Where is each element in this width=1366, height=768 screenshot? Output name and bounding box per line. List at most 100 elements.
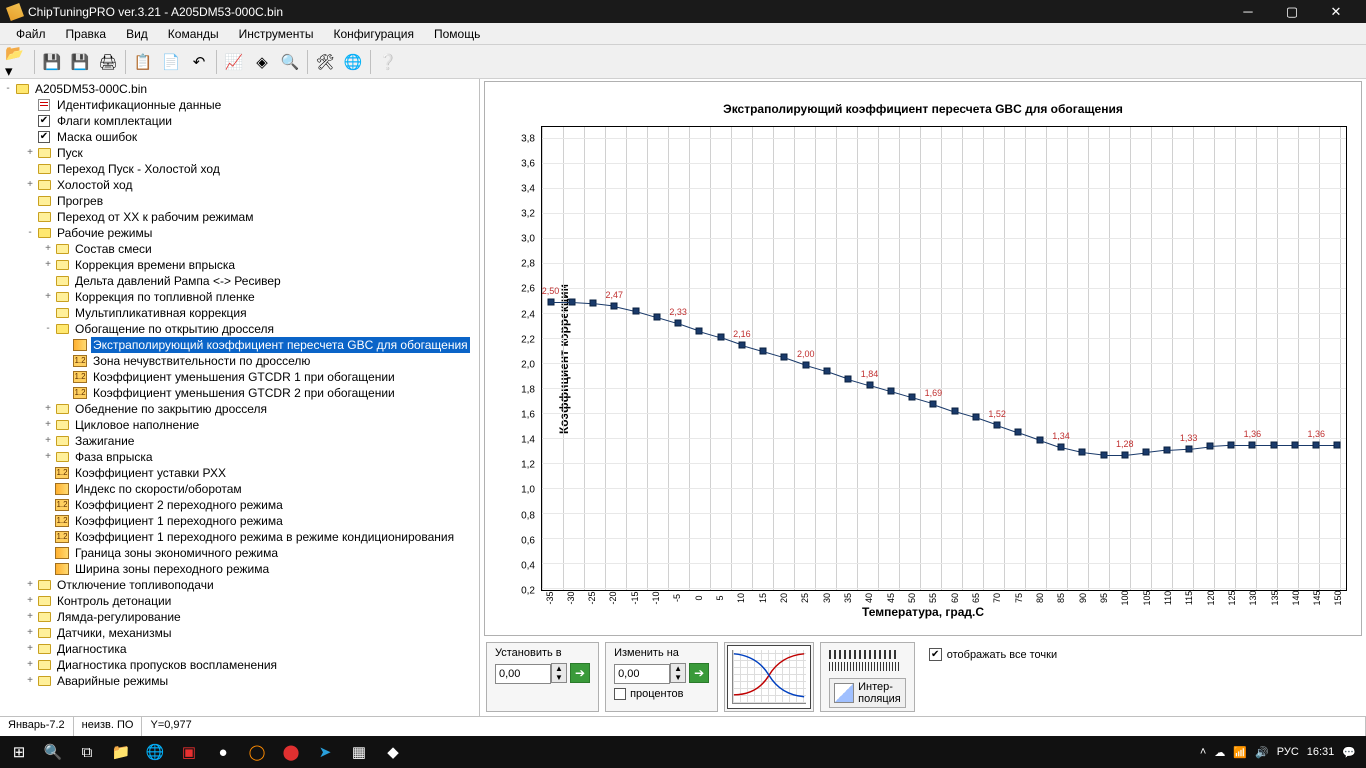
tree-item[interactable]: Аварийные режимы (55, 673, 170, 689)
tree-item[interactable]: Коэффициент уменьшения GTCDR 1 при обога… (91, 369, 397, 385)
tree-item[interactable]: Цикловое наполнение (73, 417, 201, 433)
tree-item[interactable]: Коэффициент уставки РХХ (73, 465, 228, 481)
tree-twisty[interactable]: + (24, 593, 36, 609)
system-tray[interactable]: ˄ ☁ 📶 🔊 РУС 16:31 💬 (1192, 746, 1364, 759)
tree-item[interactable]: Отключение топливоподачи (55, 577, 216, 593)
interpolation-button[interactable]: Интер- поляция (829, 678, 906, 708)
chart-icon[interactable]: 📈 (221, 49, 247, 75)
tray-chevron-icon[interactable]: ˄ (1200, 746, 1206, 758)
change-apply-button[interactable]: ➔ (689, 663, 709, 683)
tree-item[interactable]: Граница зоны экономичного режима (73, 545, 280, 561)
tree-item[interactable]: Датчики, механизмы (55, 625, 174, 641)
tree-item[interactable]: Дельта давлений Рампа <-> Ресивер (73, 273, 283, 289)
menu-Вид[interactable]: Вид (116, 25, 158, 43)
range-bar-1[interactable] (829, 650, 899, 659)
app-icon-4[interactable]: ◆ (376, 738, 410, 766)
tree-twisty[interactable]: + (24, 625, 36, 641)
help-button[interactable]: ❔ (375, 49, 401, 75)
set-spinner[interactable]: ▲▼ (551, 663, 567, 683)
menu-Инструменты[interactable]: Инструменты (229, 25, 324, 43)
record-icon[interactable]: ⬤ (274, 738, 308, 766)
tree-item[interactable]: Фаза впрыска (73, 449, 155, 465)
tree-twisty[interactable]: + (42, 417, 54, 433)
info-button[interactable]: ◈ (249, 49, 275, 75)
range-bar-2[interactable] (829, 662, 899, 671)
tree-item[interactable]: Холостой ход (55, 177, 134, 193)
print-button[interactable]: 🖨 (95, 49, 121, 75)
tree-item[interactable]: Коррекция времени впрыска (73, 257, 237, 273)
start-button[interactable]: ⊞ (2, 738, 36, 766)
tree-item[interactable]: Лямда-регулирование (55, 609, 183, 625)
minimize-button[interactable]: ─ (1226, 0, 1270, 23)
undo-button[interactable]: ↶ (186, 49, 212, 75)
notifications-icon[interactable]: 💬 (1342, 746, 1356, 759)
open-button[interactable]: 📂▾ (4, 49, 30, 75)
tree-twisty[interactable]: + (42, 289, 54, 305)
tree-twisty[interactable]: + (42, 401, 54, 417)
search-taskbar-icon[interactable]: 🔍 (36, 738, 70, 766)
tree-item[interactable]: Переход Пуск - Холостой ход (55, 161, 222, 177)
tree-item[interactable]: Индекс по скорости/оборотам (73, 481, 244, 497)
tree-item[interactable]: Ширина зоны переходного режима (73, 561, 271, 577)
app-icon-2[interactable]: ● (206, 738, 240, 766)
tree-item[interactable]: Коэффициент 1 переходного режима (73, 513, 285, 529)
curve-preview[interactable] (727, 645, 811, 709)
tools-button[interactable]: 🛠 (312, 49, 338, 75)
tree-item[interactable]: Коэффициент 2 переходного режима (73, 497, 285, 513)
tree-twisty[interactable]: + (24, 145, 36, 161)
tree-item[interactable]: Коэффициент 1 переходного режима в режим… (73, 529, 456, 545)
tree-item[interactable]: Зажигание (73, 433, 136, 449)
app-icon-3[interactable]: ▦ (342, 738, 376, 766)
tree-twisty[interactable]: + (24, 673, 36, 689)
tree-item[interactable]: Флаги комплектации (55, 113, 174, 129)
tree-item[interactable]: Маска ошибок (55, 129, 139, 145)
set-value-input[interactable] (495, 664, 551, 684)
paste-button[interactable]: 📄 (158, 49, 184, 75)
tree-item[interactable]: Контроль детонации (55, 593, 173, 609)
tree-twisty[interactable]: + (24, 577, 36, 593)
tree-item[interactable]: Рабочие режимы (55, 225, 154, 241)
clock[interactable]: 16:31 (1307, 746, 1335, 758)
tree-twisty[interactable]: + (42, 433, 54, 449)
tree-twisty[interactable]: + (42, 449, 54, 465)
volume-icon[interactable]: 🔊 (1255, 746, 1269, 759)
tree-twisty[interactable]: - (42, 321, 54, 337)
search-button[interactable]: 🔍 (277, 49, 303, 75)
tree-twisty[interactable]: + (24, 177, 36, 193)
menu-Команды[interactable]: Команды (158, 25, 229, 43)
tree-item[interactable]: Диагностика (55, 641, 129, 657)
chart-plot[interactable]: 2,502,472,332,162,001,841,691,521,341,28… (541, 126, 1347, 591)
tree-pane[interactable]: - A205DM53-000C.binИдентификационные данн… (0, 79, 480, 716)
tree-item[interactable]: Зона нечувствительности по дросселю (91, 353, 312, 369)
tree-root[interactable]: A205DM53-000C.bin (33, 81, 149, 97)
globe-button[interactable]: 🌐 (340, 49, 366, 75)
tree-twisty[interactable]: + (24, 641, 36, 657)
tree-item[interactable]: Пуск (55, 145, 85, 161)
tree-twisty[interactable]: - (24, 225, 36, 241)
app-icon-1[interactable]: ▣ (172, 738, 206, 766)
data-point[interactable] (1334, 441, 1341, 448)
display-all-checkbox[interactable]: ✔ отображать все точки (929, 648, 1057, 661)
set-apply-button[interactable]: ➔ (570, 663, 590, 683)
edge-icon[interactable]: 🌐 (138, 738, 172, 766)
chart-area[interactable]: Экстраполирующий коэффициент пересчета G… (484, 81, 1362, 636)
tree-twisty[interactable]: + (42, 241, 54, 257)
copy-button[interactable]: 📋 (130, 49, 156, 75)
tree-item[interactable]: Идентификационные данные (55, 97, 223, 113)
tree-item[interactable]: Состав смеси (73, 241, 154, 257)
save-all-button[interactable]: 💾 (67, 49, 93, 75)
telegram-icon[interactable]: ➤ (308, 738, 342, 766)
tree-item[interactable]: Мультипликативная коррекция (73, 305, 249, 321)
maximize-button[interactable]: ▢ (1270, 0, 1314, 23)
tree-item[interactable]: Переход от ХХ к рабочим режимам (55, 209, 255, 225)
menu-Файл[interactable]: Файл (6, 25, 56, 43)
tree-twisty[interactable]: + (24, 609, 36, 625)
explorer-icon[interactable]: 📁 (104, 738, 138, 766)
tree-twisty[interactable]: + (24, 657, 36, 673)
tree-item[interactable]: Обогащение по открытию дросселя (73, 321, 276, 337)
tree-item[interactable]: Прогрев (55, 193, 105, 209)
percent-checkbox-row[interactable]: процентов (614, 688, 709, 700)
menu-Правка[interactable]: Правка (56, 25, 117, 43)
change-spinner[interactable]: ▲▼ (670, 663, 686, 683)
wifi-icon[interactable]: 📶 (1233, 746, 1247, 759)
